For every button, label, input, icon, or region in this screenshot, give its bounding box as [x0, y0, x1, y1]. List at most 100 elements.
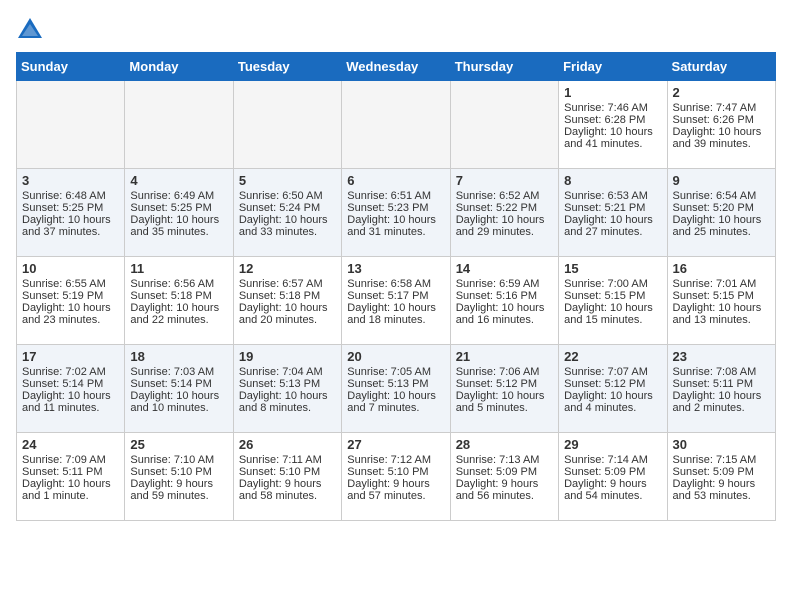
sunset-text: Sunset: 5:09 PM	[673, 466, 754, 478]
sunrise-text: Sunrise: 7:10 AM	[130, 454, 214, 466]
calendar-cell: 3Sunrise: 6:48 AMSunset: 5:25 PMDaylight…	[17, 169, 125, 257]
calendar-cell: 2Sunrise: 7:47 AMSunset: 6:26 PMDaylight…	[667, 81, 775, 169]
sunset-text: Sunset: 5:20 PM	[673, 202, 754, 214]
calendar-cell: 9Sunrise: 6:54 AMSunset: 5:20 PMDaylight…	[667, 169, 775, 257]
calendar-cell: 22Sunrise: 7:07 AMSunset: 5:12 PMDayligh…	[559, 345, 667, 433]
calendar-cell	[342, 81, 450, 169]
daylight-text: Daylight: 10 hours and 1 minute.	[22, 478, 111, 502]
calendar-cell: 5 Sunrise: 6:50 AMSunset: 5:24 PMDaylight…	[233, 169, 341, 257]
page-header	[16, 16, 776, 44]
sunset-text: Sunset: 5:25 PM	[130, 202, 211, 214]
sunset-text: Sunset: 5:12 PM	[564, 378, 645, 390]
day-number: 2	[673, 85, 770, 100]
sunset-text: Sunset: 5:11 PM	[673, 378, 754, 390]
calendar-cell: 8Sunrise: 6:53 AMSunset: 5:21 PMDaylight…	[559, 169, 667, 257]
sunrise-text: Sunrise: 7:11 AM	[239, 454, 322, 466]
sunrise-text: Sunrise: 7:00 AM	[564, 278, 648, 290]
sunset-text: Sunset: 5:18 PM	[239, 290, 320, 302]
day-number: 14	[456, 261, 553, 276]
day-number: 4	[130, 173, 227, 188]
sunrise-text: Sunrise: 7:06 AM	[456, 366, 540, 378]
sunrise-text: Sunrise: 6:50 AM	[239, 190, 323, 202]
calendar-week-3: 10Sunrise: 6:55 AMSunset: 5:19 PMDayligh…	[17, 257, 776, 345]
day-number: 1	[564, 85, 661, 100]
sunset-text: Sunset: 5:17 PM	[347, 290, 428, 302]
daylight-text: Daylight: 10 hours and 5 minutes.	[456, 390, 545, 414]
day-number: 23	[673, 349, 770, 364]
sunrise-text: Sunrise: 7:47 AM	[673, 102, 757, 114]
weekday-header-saturday: Saturday	[667, 53, 775, 81]
weekday-header-friday: Friday	[559, 53, 667, 81]
calendar-cell: 23Sunrise: 7:08 AMSunset: 5:11 PMDayligh…	[667, 345, 775, 433]
weekday-header-sunday: Sunday	[17, 53, 125, 81]
sunrise-text: Sunrise: 7:09 AM	[22, 454, 106, 466]
daylight-text: Daylight: 10 hours and 15 minutes.	[564, 302, 653, 326]
calendar-cell: 10Sunrise: 6:55 AMSunset: 5:19 PMDayligh…	[17, 257, 125, 345]
sunrise-text: Sunrise: 7:13 AM	[456, 454, 540, 466]
weekday-header-monday: Monday	[125, 53, 233, 81]
calendar-cell: 24Sunrise: 7:09 AMSunset: 5:11 PMDayligh…	[17, 433, 125, 521]
calendar-cell: 28 Sunrise: 7:13 AMSunset: 5:09 PMDayligh…	[450, 433, 558, 521]
sunrise-text: Sunrise: 6:53 AM	[564, 190, 648, 202]
calendar-table: SundayMondayTuesdayWednesdayThursdayFrid…	[16, 52, 776, 521]
daylight-text: Daylight: 9 hours and 58 minutes.	[239, 478, 322, 502]
calendar-cell	[17, 81, 125, 169]
daylight-text: Daylight: 10 hours and 41 minutes.	[564, 126, 653, 150]
sunrise-text: Sunrise: 7:08 AM	[673, 366, 757, 378]
calendar-cell: 18Sunrise: 7:03 AMSunset: 5:14 PMDayligh…	[125, 345, 233, 433]
daylight-text: Daylight: 10 hours and 8 minutes.	[239, 390, 328, 414]
day-number: 5	[239, 173, 336, 188]
daylight-text: Daylight: 10 hours and 37 minutes.	[22, 214, 111, 238]
day-number: 7	[456, 173, 553, 188]
daylight-text: Daylight: 10 hours and 33 minutes.	[239, 214, 328, 238]
daylight-text: Daylight: 9 hours and 53 minutes.	[673, 478, 756, 502]
daylight-text: Daylight: 9 hours and 54 minutes.	[564, 478, 647, 502]
sunrise-text: Sunrise: 6:49 AM	[130, 190, 214, 202]
weekday-header-wednesday: Wednesday	[342, 53, 450, 81]
calendar-cell: 13Sunrise: 6:58 AMSunset: 5:17 PMDayligh…	[342, 257, 450, 345]
calendar-cell: 27Sunrise: 7:12 AMSunset: 5:10 PMDayligh…	[342, 433, 450, 521]
calendar-cell	[450, 81, 558, 169]
daylight-text: Daylight: 9 hours and 56 minutes.	[456, 478, 539, 502]
calendar-cell: 30Sunrise: 7:15 AMSunset: 5:09 PMDayligh…	[667, 433, 775, 521]
calendar-cell: 4Sunrise: 6:49 AMSunset: 5:25 PMDaylight…	[125, 169, 233, 257]
calendar-cell: 14Sunrise: 6:59 AMSunset: 5:16 PMDayligh…	[450, 257, 558, 345]
sunset-text: Sunset: 5:15 PM	[673, 290, 754, 302]
day-number: 10	[22, 261, 119, 276]
sunset-text: Sunset: 5:24 PM	[239, 202, 320, 214]
sunrise-text: Sunrise: 7:14 AM	[564, 454, 648, 466]
daylight-text: Daylight: 10 hours and 13 minutes.	[673, 302, 762, 326]
daylight-text: Daylight: 9 hours and 57 minutes.	[347, 478, 430, 502]
calendar-cell: 21Sunrise: 7:06 AMSunset: 5:12 PMDayligh…	[450, 345, 558, 433]
day-number: 21	[456, 349, 553, 364]
sunset-text: Sunset: 6:26 PM	[673, 114, 754, 126]
day-number: 3	[22, 173, 119, 188]
sunset-text: Sunset: 5:10 PM	[130, 466, 211, 478]
sunrise-text: Sunrise: 7:07 AM	[564, 366, 648, 378]
daylight-text: Daylight: 10 hours and 27 minutes.	[564, 214, 653, 238]
calendar-cell: 12Sunrise: 6:57 AMSunset: 5:18 PMDayligh…	[233, 257, 341, 345]
sunrise-text: Sunrise: 6:52 AM	[456, 190, 540, 202]
calendar-cell: 6Sunrise: 6:51 AMSunset: 5:23 PMDaylight…	[342, 169, 450, 257]
sunrise-text: Sunrise: 7:01 AM	[673, 278, 757, 290]
day-number: 20	[347, 349, 444, 364]
calendar-week-2: 3Sunrise: 6:48 AMSunset: 5:25 PMDaylight…	[17, 169, 776, 257]
daylight-text: Daylight: 10 hours and 7 minutes.	[347, 390, 436, 414]
calendar-cell: 17Sunrise: 7:02 AMSunset: 5:14 PMDayligh…	[17, 345, 125, 433]
day-number: 8	[564, 173, 661, 188]
day-number: 28	[456, 437, 553, 452]
day-number: 18	[130, 349, 227, 364]
day-number: 12	[239, 261, 336, 276]
calendar-week-1: 1Sunrise: 7:46 AMSunset: 6:28 PMDaylight…	[17, 81, 776, 169]
sunset-text: Sunset: 5:13 PM	[347, 378, 428, 390]
sunset-text: Sunset: 5:23 PM	[347, 202, 428, 214]
sunrise-text: Sunrise: 6:51 AM	[347, 190, 431, 202]
calendar-cell: 11Sunrise: 6:56 AMSunset: 5:18 PMDayligh…	[125, 257, 233, 345]
calendar-cell: 29Sunrise: 7:14 AMSunset: 5:09 PMDayligh…	[559, 433, 667, 521]
sunrise-text: Sunrise: 6:54 AM	[673, 190, 757, 202]
sunset-text: Sunset: 5:09 PM	[456, 466, 537, 478]
daylight-text: Daylight: 9 hours and 59 minutes.	[130, 478, 213, 502]
sunset-text: Sunset: 5:16 PM	[456, 290, 537, 302]
day-number: 26	[239, 437, 336, 452]
sunrise-text: Sunrise: 6:59 AM	[456, 278, 540, 290]
